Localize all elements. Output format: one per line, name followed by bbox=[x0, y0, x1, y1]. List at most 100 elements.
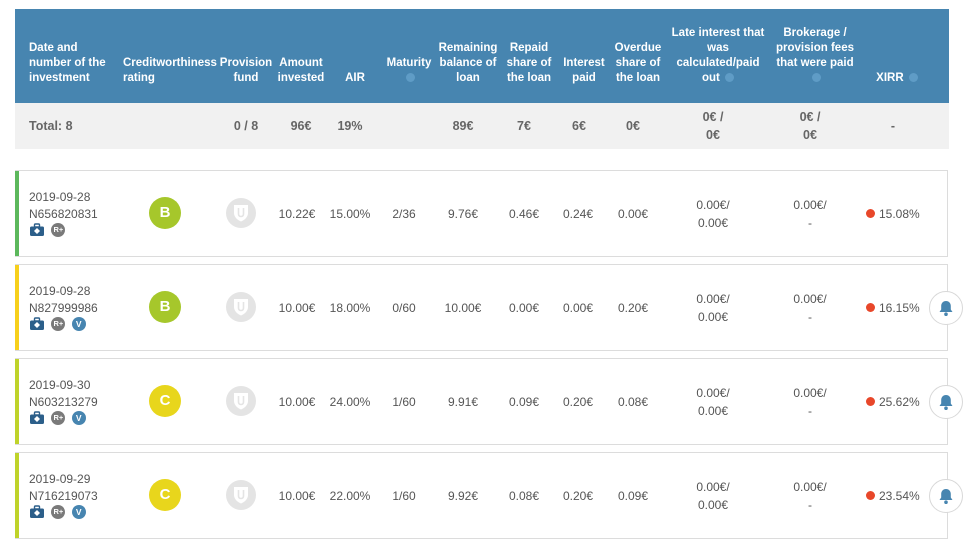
investment-date: 2019-09-30 bbox=[29, 378, 91, 392]
bell-icon[interactable] bbox=[929, 385, 963, 419]
status-dot-icon bbox=[866, 303, 875, 313]
investment-date: 2019-09-28 bbox=[29, 284, 91, 298]
rplus-badge-icon: R+ bbox=[51, 317, 66, 331]
bell-icon[interactable] bbox=[929, 479, 963, 513]
investment-date: 2019-09-28 bbox=[29, 190, 91, 204]
maturity-value: 1/60 bbox=[392, 489, 416, 503]
brokerage-fees-2: - bbox=[808, 310, 812, 324]
investment-row[interactable]: 2019-09-28 N656820831 R+ B 10.22€ 15.00%… bbox=[15, 170, 948, 257]
investment-badges: R+ bbox=[29, 223, 68, 238]
total-late-interest: 0€ / 0€ bbox=[680, 108, 746, 144]
investment-number[interactable]: N603213279 bbox=[29, 393, 98, 411]
shield-icon bbox=[226, 198, 256, 228]
status-stripe bbox=[15, 359, 19, 444]
rplus-badge-icon: R+ bbox=[51, 505, 66, 519]
status-dot-icon bbox=[866, 491, 875, 501]
xirr-value: 15.08% bbox=[866, 205, 936, 223]
air-value: 24.00% bbox=[329, 395, 371, 409]
total-late-interest-1: 0€ / bbox=[702, 110, 724, 124]
remaining-balance: 10.00€ bbox=[444, 301, 482, 315]
total-interest-paid: 6€ bbox=[572, 119, 586, 133]
total-brokerage-1: 0€ / bbox=[799, 110, 821, 124]
brokerage-fees: 0.00€/ - bbox=[777, 384, 843, 420]
xirr-text: 16.15% bbox=[879, 301, 920, 315]
total-brokerage-2: 0€ bbox=[803, 128, 817, 142]
xirr-value: 23.54% bbox=[866, 487, 936, 505]
investment-badges: R+ V bbox=[29, 411, 89, 426]
total-late-interest-2: 0€ bbox=[706, 128, 720, 142]
amount-invested: 10.00€ bbox=[278, 395, 316, 409]
header-provision-fund: Provision fund bbox=[219, 57, 273, 84]
rating-badge: C bbox=[149, 479, 181, 511]
late-interest: 0.00€/ 0.00€ bbox=[680, 478, 746, 514]
header-repaid-share: Repaid share of the loan bbox=[506, 42, 552, 84]
header-xirr-label: XIRR bbox=[876, 72, 904, 84]
repaid-share: 0.09€ bbox=[508, 395, 540, 409]
info-icon[interactable] bbox=[725, 73, 735, 83]
header-remaining-balance: Remaining balance of loan bbox=[438, 42, 498, 84]
late-interest-calculated: 0.00€/ bbox=[696, 386, 730, 400]
header-amount-invested: Amount invested bbox=[277, 57, 325, 84]
investment-row[interactable]: 2019-09-28 N827999986 R+ V B 10.00€ 18.0… bbox=[15, 264, 948, 351]
remaining-balance: 9.91€ bbox=[447, 395, 479, 409]
totals-row: Total: 8 0 / 8 96€ 19% 89€ 7€ 6€ 0€ 0€ /… bbox=[15, 103, 949, 149]
brokerage-fees-1: 0.00€/ bbox=[793, 198, 827, 212]
investment-number[interactable]: N656820831 bbox=[29, 205, 98, 223]
investment-badges: R+ V bbox=[29, 317, 89, 332]
maturity-value: 0/60 bbox=[392, 301, 416, 315]
air-value: 18.00% bbox=[329, 301, 371, 315]
total-repaid-share: 7€ bbox=[517, 119, 531, 133]
header-brokerage-label: Brokerage / provision fees that were pai… bbox=[776, 27, 854, 69]
late-interest-calculated: 0.00€/ bbox=[696, 198, 730, 212]
shield-icon bbox=[226, 480, 256, 510]
brokerage-fees-2: - bbox=[808, 498, 812, 512]
total-air: 19% bbox=[337, 119, 363, 133]
info-icon[interactable] bbox=[908, 73, 918, 83]
info-icon[interactable] bbox=[405, 73, 415, 83]
investment-number[interactable]: N716219073 bbox=[29, 487, 98, 505]
brokerage-fees-2: - bbox=[808, 216, 812, 230]
header-air: AIR bbox=[345, 72, 365, 84]
brokerage-fees-2: - bbox=[808, 404, 812, 418]
header-late-interest: Late interest that was calculated/paid o… bbox=[670, 26, 766, 86]
status-dot-icon bbox=[866, 397, 875, 407]
shield-icon bbox=[226, 292, 256, 322]
rplus-badge-icon: R+ bbox=[51, 411, 66, 425]
info-icon[interactable] bbox=[811, 73, 821, 83]
amount-invested: 10.00€ bbox=[278, 489, 316, 503]
total-brokerage: 0€ / 0€ bbox=[777, 108, 843, 144]
amount-invested: 10.00€ bbox=[278, 301, 316, 315]
remaining-balance: 9.92€ bbox=[447, 489, 479, 503]
header-maturity: Maturity bbox=[383, 56, 435, 86]
repaid-share: 0.08€ bbox=[508, 489, 540, 503]
rating-badge: B bbox=[149, 291, 181, 323]
investment-row[interactable]: 2019-09-30 N603213279 R+ V C 10.00€ 24.0… bbox=[15, 358, 948, 445]
maturity-value: 2/36 bbox=[392, 207, 416, 221]
interest-paid: 0.20€ bbox=[562, 489, 594, 503]
header-interest-paid: Interest paid bbox=[563, 57, 605, 84]
header-rating: Creditworthiness rating bbox=[123, 57, 217, 84]
late-interest-calculated: 0.00€/ bbox=[696, 292, 730, 306]
interest-paid: 0.00€ bbox=[562, 301, 594, 315]
late-interest-paid: 0.00€ bbox=[697, 216, 729, 230]
header-date-number: Date and number of the investment bbox=[29, 42, 106, 84]
header-maturity-label: Maturity bbox=[386, 57, 432, 69]
repaid-share: 0.46€ bbox=[508, 207, 540, 221]
investment-row[interactable]: 2019-09-29 N716219073 R+ V C 10.00€ 22.0… bbox=[15, 452, 948, 539]
rating-badge: C bbox=[149, 385, 181, 417]
repaid-share: 0.00€ bbox=[508, 301, 540, 315]
rplus-badge-icon: R+ bbox=[51, 223, 66, 237]
xirr-text: 23.54% bbox=[879, 489, 920, 503]
brokerage-fees-1: 0.00€/ bbox=[793, 386, 827, 400]
header-brokerage-fees: Brokerage / provision fees that were pai… bbox=[771, 26, 859, 86]
investment-badges: R+ V bbox=[29, 505, 89, 520]
briefcase-icon bbox=[29, 223, 45, 237]
brokerage-fees-1: 0.00€/ bbox=[793, 292, 827, 306]
overdue-share: 0.00€ bbox=[617, 207, 649, 221]
brokerage-fees-1: 0.00€/ bbox=[793, 480, 827, 494]
investment-number[interactable]: N827999986 bbox=[29, 299, 98, 317]
rating-badge: B bbox=[149, 197, 181, 229]
briefcase-icon bbox=[29, 505, 45, 519]
v-badge-icon: V bbox=[71, 411, 86, 425]
bell-icon[interactable] bbox=[929, 291, 963, 325]
